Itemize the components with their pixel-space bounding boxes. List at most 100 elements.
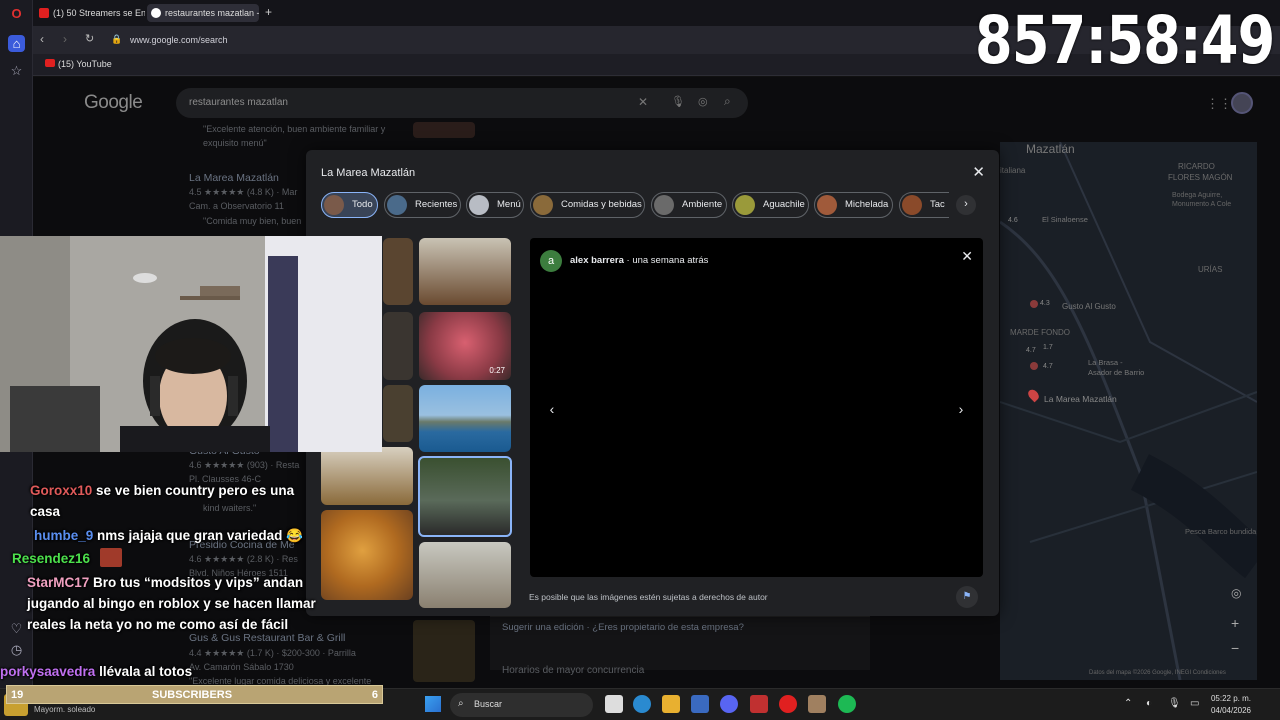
search-input[interactable]: restaurantes mazatlan ✕ 🎙 ◎ ⌕ — [176, 88, 748, 118]
opera-logo-icon[interactable]: O — [8, 5, 25, 22]
map-rating: 4.3 — [1040, 300, 1050, 307]
chip-recientes[interactable]: Recientes — [384, 192, 461, 218]
chip-thumbnail — [533, 195, 553, 215]
map-city-label: Mazatlán — [1026, 142, 1075, 156]
map-attribution: Datos del mapa ©2026 Google, INEGI Condi… — [1089, 670, 1226, 676]
new-tab-icon[interactable]: + — [265, 5, 272, 19]
map-label: URÍAS — [1198, 265, 1223, 274]
chip-menu[interactable]: Menú — [466, 192, 524, 218]
gallery-thumbnail[interactable] — [383, 385, 413, 442]
discord-icon[interactable] — [720, 695, 738, 713]
chip-thumbnail — [324, 195, 344, 215]
flag-icon[interactable]: ⚑ — [956, 586, 978, 608]
map[interactable]: Mazatlán RICARDO FLORES MAGÓN italiana U… — [1000, 142, 1257, 680]
map-label: Pesca Barco bundida — [1185, 527, 1257, 536]
suggest-edit-link[interactable]: Sugerir una edición · ¿Eres propietario … — [502, 622, 744, 633]
map-label: MARDE FONDO — [1010, 328, 1070, 337]
weather-text: Mayorm. soleado — [34, 705, 96, 714]
taskbar-search[interactable]: ⌕ Buscar — [450, 693, 593, 717]
avatar[interactable]: a — [540, 250, 562, 272]
locate-icon[interactable]: ◎ — [1231, 586, 1241, 600]
clear-icon[interactable]: ✕ — [638, 95, 648, 109]
map-pin-icon[interactable] — [1030, 300, 1038, 308]
chip-label: Michelada — [845, 199, 889, 210]
zoom-in-icon[interactable]: + — [1231, 615, 1239, 631]
youtube-icon — [45, 59, 55, 67]
map-label: FLORES MAGÓN — [1168, 173, 1233, 182]
dialog-title: La Marea Mazatlán — [321, 167, 416, 179]
chip-aguachile[interactable]: Aguachile — [732, 192, 809, 218]
clock-date: 04/04/2026 — [1210, 706, 1251, 715]
bookmark-youtube[interactable]: (15) YouTube — [58, 59, 112, 69]
gallery-thumbnail-selected[interactable] — [418, 456, 512, 537]
gallery-thumbnail[interactable] — [321, 447, 413, 505]
apps-grid-icon[interactable]: ⋮⋮ — [1206, 96, 1232, 112]
forward-icon[interactable]: › — [63, 32, 67, 46]
chip-todo[interactable]: Todo — [321, 192, 378, 218]
chip-label: Recientes — [415, 199, 458, 210]
map-label: La Marea Mazatlán — [1044, 394, 1117, 404]
result-thumbnail[interactable] — [413, 122, 475, 138]
gallery-thumbnail[interactable] — [383, 238, 413, 305]
mic-icon[interactable]: 🎙 — [1168, 698, 1181, 709]
subs-goal: 6 — [371, 689, 378, 701]
zoom-out-icon[interactable]: − — [1231, 640, 1239, 656]
chevron-left-icon[interactable]: ‹ — [541, 398, 563, 420]
google-logo[interactable]: Google — [84, 92, 143, 114]
chip-label: Tac — [930, 199, 945, 210]
spotify-icon[interactable] — [838, 695, 856, 713]
chevron-right-icon[interactable]: › — [950, 398, 972, 420]
search-query: restaurantes mazatlan — [189, 97, 288, 108]
back-icon[interactable]: ‹ — [40, 32, 44, 46]
gallery-video-thumbnail[interactable]: 0:27 — [419, 312, 511, 380]
edge-icon[interactable] — [633, 695, 651, 713]
mic-icon[interactable]: 🎙 — [671, 95, 685, 108]
chip-ambiente[interactable]: Ambiente — [651, 192, 727, 218]
close-icon[interactable]: ✕ — [972, 163, 985, 181]
task-view-icon[interactable] — [605, 695, 623, 713]
reviewer-name[interactable]: alex barrera — [570, 255, 624, 266]
system-clock[interactable]: 05:22 p. m. 04/04/2026 — [1195, 693, 1251, 717]
copyright-notice: Es posible que las imágenes estén sujeta… — [529, 592, 768, 602]
chevron-up-icon[interactable]: ⌃ — [1124, 698, 1132, 709]
map-label: RICARDO — [1178, 162, 1215, 171]
search-icon[interactable]: ⌕ — [724, 94, 731, 109]
result-snippet: "Excelente atención, buen ambiente famil… — [203, 124, 386, 134]
chat-message: Resendez16 — [12, 548, 312, 569]
result-thumbnail[interactable] — [413, 620, 475, 682]
gallery-thumbnail[interactable] — [419, 238, 511, 305]
photo-viewer[interactable]: a alex barrera · una semana atrás ✕ ‹ › — [530, 238, 983, 577]
tray-icon[interactable]: ◐ — [1146, 698, 1152, 709]
result-title[interactable]: La Marea Mazatlán — [189, 172, 279, 184]
tab-google[interactable]: restaurantes mazatlan - B — [147, 4, 259, 22]
home-icon[interactable]: ⌂ — [8, 35, 25, 52]
chip-comidas-y-bebidas[interactable]: Comidas y bebidas — [530, 192, 645, 218]
map-label: La Brasa - — [1088, 358, 1123, 367]
chip-thumbnail — [469, 195, 489, 215]
tab-label: restaurantes mazatlan - B — [165, 8, 259, 18]
chip-tacos[interactable]: Tac — [899, 192, 949, 218]
tab-youtube[interactable]: (1) 50 Streamers se Enfren — [35, 4, 145, 22]
chat-username: Goroxx10 — [30, 483, 93, 498]
chip-thumbnail — [902, 195, 922, 215]
close-icon[interactable]: ✕ — [961, 248, 973, 265]
chip-michelada[interactable]: Michelada — [814, 192, 893, 218]
chevron-right-icon[interactable]: › — [956, 195, 976, 215]
avatar[interactable] — [1231, 92, 1253, 114]
reload-icon[interactable]: ↻ — [85, 32, 94, 45]
map-pin-icon[interactable] — [1030, 362, 1038, 370]
file-explorer-icon[interactable] — [662, 695, 680, 713]
gallery-thumbnail[interactable] — [419, 385, 511, 452]
start-button[interactable] — [425, 696, 441, 712]
star-icon[interactable]: ☆ — [8, 62, 25, 79]
gallery-thumbnail[interactable] — [383, 312, 413, 380]
gallery-thumbnail[interactable] — [321, 510, 413, 600]
store-icon[interactable] — [691, 695, 709, 713]
app-icon[interactable] — [808, 695, 826, 713]
app-icon[interactable] — [750, 695, 768, 713]
url-field[interactable]: www.google.com/search — [130, 35, 228, 45]
map-label: El Sinaloense — [1042, 215, 1088, 224]
camera-icon[interactable]: ◎ — [698, 95, 708, 108]
gallery-thumbnail[interactable] — [419, 542, 511, 608]
opera-icon[interactable] — [779, 695, 797, 713]
